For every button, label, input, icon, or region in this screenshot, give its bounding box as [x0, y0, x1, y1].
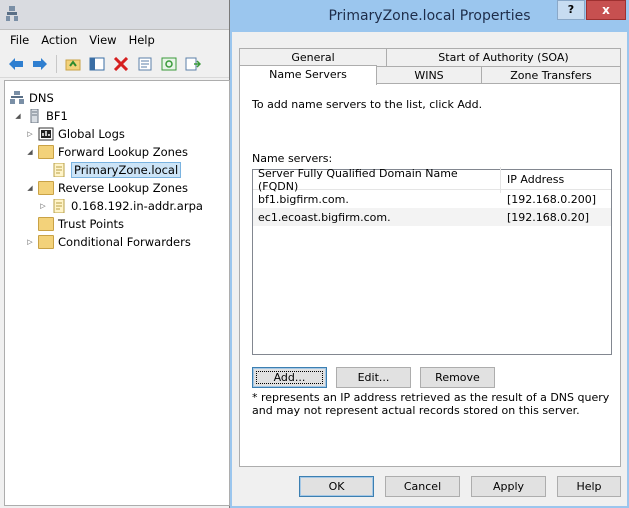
apply-button[interactable]: Apply — [471, 476, 546, 497]
tree-node-forward-lookup-zones[interactable]: ◢ Forward Lookup Zones — [5, 143, 229, 161]
zone-properties-dialog: PrimaryZone.local Properties ? x General… — [230, 0, 629, 508]
up-folder-icon[interactable] — [63, 54, 83, 74]
tree-label-dns: DNS — [29, 91, 54, 105]
collapse-arrow-icon[interactable]: ◢ — [25, 148, 35, 156]
edit-button[interactable]: Edit... — [336, 367, 411, 388]
show-hide-tree-icon[interactable] — [87, 54, 107, 74]
row-ip-address: [192.168.0.200] — [507, 192, 597, 206]
menu-action[interactable]: Action — [35, 33, 83, 47]
folder-icon — [38, 181, 54, 195]
tree-label-primaryzone-local: PrimaryZone.local — [71, 162, 182, 178]
mmc-title-bar[interactable] — [0, 0, 229, 30]
tab-wins[interactable]: WINS — [376, 66, 482, 84]
name-servers-list[interactable]: Server Fully Qualified Domain Name (FQDN… — [252, 166, 612, 355]
back-arrow-icon[interactable] — [6, 54, 26, 74]
tree-node-global-logs[interactable]: ▷ Global Logs — [5, 125, 229, 143]
menu-view[interactable]: View — [83, 33, 122, 47]
add-button[interactable]: Add... — [252, 367, 327, 388]
tab-zone-transfers[interactable]: Zone Transfers — [481, 66, 621, 84]
dialog-title-bar[interactable]: PrimaryZone.local Properties ? x — [230, 0, 629, 32]
row-fqdn: bf1.bigfirm.com. — [258, 192, 349, 206]
column-header-ip-address[interactable]: IP Address — [501, 173, 564, 186]
zone-file-icon — [53, 199, 65, 213]
toolbar — [0, 50, 229, 78]
name-servers-panel: To add name servers to the list, click A… — [239, 83, 621, 467]
row-ip-address: [192.168.0.20] — [507, 210, 590, 224]
remove-button[interactable]: Remove — [420, 367, 495, 388]
collapse-arrow-icon[interactable]: ◢ — [25, 184, 35, 192]
folder-icon — [38, 145, 54, 159]
menu-help[interactable]: Help — [123, 33, 161, 47]
zone-file-icon — [53, 163, 65, 177]
tree-label-forward-lookup-zones: Forward Lookup Zones — [58, 145, 188, 159]
cancel-button[interactable]: Cancel — [385, 476, 460, 497]
list-row[interactable]: bf1.bigfirm.com. [192.168.0.200] — [253, 190, 611, 208]
close-button[interactable]: x — [586, 0, 626, 20]
tab-name-servers[interactable]: Name Servers — [239, 65, 377, 85]
ok-button[interactable]: OK — [299, 476, 374, 497]
tree-node-reverse-zone[interactable]: ▷ 0.168.192.in-addr.arpa — [5, 197, 229, 215]
instruction-text: To add name servers to the list, click A… — [252, 98, 483, 111]
tree-label-conditional-forwarders: Conditional Forwarders — [58, 235, 191, 249]
dns-server-group-icon — [10, 91, 24, 104]
dialog-body: General Start of Authority (SOA) Name Se… — [232, 32, 627, 506]
console-tree: DNS ◢ BF1 ▷ Global Logs ◢ Forward Lookup… — [4, 80, 230, 506]
list-header: Server Fully Qualified Domain Name (FQDN… — [253, 166, 611, 193]
tree-label-reverse-zone: 0.168.192.in-addr.arpa — [71, 199, 203, 213]
help-title-button[interactable]: ? — [557, 0, 585, 20]
tree-node-trust-points[interactable]: Trust Points — [5, 215, 229, 233]
tab-start-of-authority[interactable]: Start of Authority (SOA) — [386, 48, 621, 66]
tree-label-bf1: BF1 — [46, 109, 68, 123]
refresh-icon[interactable] — [159, 54, 179, 74]
expand-arrow-icon[interactable]: ▷ — [38, 202, 48, 210]
delete-icon[interactable] — [111, 54, 131, 74]
tree-node-reverse-lookup-zones[interactable]: ◢ Reverse Lookup Zones — [5, 179, 229, 197]
list-row[interactable]: ec1.ecoast.bigfirm.com. [192.168.0.20] — [253, 208, 611, 226]
event-log-icon — [38, 127, 54, 141]
expand-arrow-icon[interactable]: ▷ — [25, 130, 35, 138]
server-icon — [30, 109, 39, 123]
expand-arrow-icon[interactable]: ▷ — [25, 238, 35, 246]
forward-arrow-icon[interactable] — [30, 54, 50, 74]
properties-icon[interactable] — [135, 54, 155, 74]
menu-file[interactable]: File — [4, 33, 35, 47]
footnote-text: * represents an IP address retrieved as … — [252, 391, 610, 417]
tree-label-reverse-lookup-zones: Reverse Lookup Zones — [58, 181, 188, 195]
tree-node-bf1[interactable]: ◢ BF1 — [5, 107, 229, 125]
tree-node-primaryzone-local[interactable]: PrimaryZone.local — [5, 161, 229, 179]
export-list-icon[interactable] — [183, 54, 203, 74]
tree-label-global-logs: Global Logs — [58, 127, 125, 141]
dns-manager-window: File Action View Help DNS ◢ BF1 ▷ Global… — [0, 0, 230, 508]
tree-node-conditional-forwarders[interactable]: ▷ Conditional Forwarders — [5, 233, 229, 251]
tree-label-trust-points: Trust Points — [58, 217, 125, 231]
collapse-arrow-icon[interactable]: ◢ — [13, 112, 23, 120]
dns-app-icon — [6, 6, 18, 21]
folder-icon — [38, 235, 54, 249]
menu-bar: File Action View Help — [0, 30, 229, 50]
row-fqdn: ec1.ecoast.bigfirm.com. — [258, 210, 391, 224]
help-button[interactable]: Help — [557, 476, 621, 497]
folder-icon — [38, 217, 54, 231]
toolbar-separator — [56, 54, 57, 73]
tree-node-dns[interactable]: DNS — [5, 89, 229, 107]
name-servers-label: Name servers: — [252, 152, 333, 165]
column-header-fqdn[interactable]: Server Fully Qualified Domain Name (FQDN… — [253, 166, 501, 193]
tab-general[interactable]: General — [239, 48, 387, 66]
